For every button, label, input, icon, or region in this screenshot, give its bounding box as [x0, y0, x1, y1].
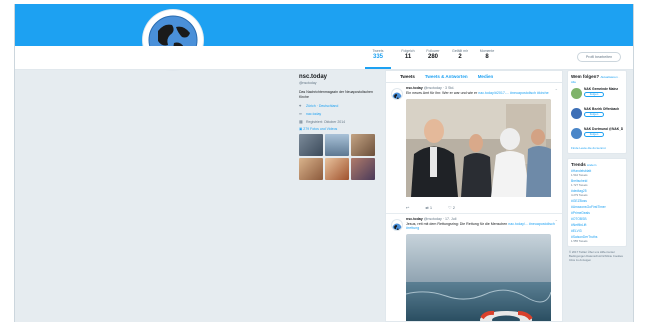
follow-button[interactable]: Folgen — [584, 112, 604, 117]
tweet-meta: @nsctoday · 17. Juli — [423, 216, 457, 221]
tweet-author[interactable]: nsc.today — [406, 86, 423, 90]
trend-item[interactable]: #OTOBSB — [571, 217, 623, 221]
tab-media[interactable]: Medien — [478, 74, 494, 82]
tweet-avatar[interactable] — [391, 218, 403, 231]
profile-joined: ▦ Registriert: Oktober 2014 — [299, 119, 346, 124]
profile-bio: Das Nachrichtenmagazin der Neuapostolisc… — [299, 90, 373, 99]
tweet-text: Ein neues Amt für ihn: Wer er war und wi… — [406, 91, 549, 95]
twitter-profile-page: Tweets 335 Folgeich 11 Follower 280 Gefä… — [14, 4, 634, 322]
account-avatar[interactable] — [571, 88, 582, 99]
edit-profile-button[interactable]: Profil bearbeiten — [577, 52, 621, 62]
account-avatar[interactable] — [571, 128, 582, 139]
profile-website: ∞ nac.today — [299, 111, 322, 116]
find-people-link[interactable]: Finde Leute die du kennst — [571, 146, 623, 150]
location-icon: ⌖ — [299, 103, 302, 108]
follow-button[interactable]: Folgen — [584, 132, 604, 137]
media-thumbnail[interactable] — [325, 134, 349, 156]
tab-tweets-replies[interactable]: Tweets & Antworten — [425, 74, 468, 82]
follow-button[interactable]: Folgen — [584, 92, 604, 97]
media-grid — [299, 134, 377, 180]
media-thumbnail[interactable] — [325, 158, 349, 180]
media-thumbnail[interactable] — [351, 134, 375, 156]
profile-handle: @nsctoday — [299, 81, 317, 85]
trend-item[interactable]: #Handelsblatt 1.542 Tweets — [571, 169, 623, 177]
tweet-author[interactable]: nsc.today — [406, 217, 423, 221]
profile-name[interactable]: nsc.today — [299, 74, 377, 80]
tweet-avatar[interactable] — [391, 88, 403, 100]
trend-item[interactable]: #NetflixLift — [571, 223, 623, 227]
globe-logo-icon — [392, 92, 402, 99]
tweet-menu-icon[interactable]: ⌄ — [555, 86, 558, 91]
stat-followers[interactable]: Follower 280 — [420, 49, 446, 60]
tweet-text: Jesus, rett mit dem Rettungsring: Die Re… — [406, 221, 555, 231]
who-to-follow-card: Wem folgen? Aktualisieren · Alle NAK Gem… — [567, 70, 627, 154]
suggested-account[interactable]: NAK Gemeinde Mainz Folgen — [571, 87, 623, 104]
trend-list: #Handelsblatt 1.542 Tweets Breitscheid 1.72… — [571, 169, 623, 243]
media-thumbnail[interactable] — [351, 158, 375, 180]
trend-item[interactable]: #PrimeDeals — [571, 211, 623, 215]
account-avatar[interactable] — [571, 108, 582, 119]
trend-item[interactable]: #dedtag25 4.279 Tweets — [571, 189, 623, 197]
tab-tweets[interactable]: Tweets — [400, 74, 415, 82]
photo-life-ring-sea — [406, 233, 551, 321]
tweet-actions: ↩ ⇄ 1 ♡ 2 — [406, 205, 558, 210]
trend-item[interactable]: Breitscheid 1.727 Tweets — [571, 179, 623, 187]
timeline: Tweets Tweets & Antworten Medien ⌄ nsc.t… — [385, 70, 563, 322]
tweet[interactable]: ⌄ nsc.today @nsctoday · 17. Juli Jesus, … — [386, 214, 562, 321]
tweet-meta: @nsctoday · 3 Std. — [423, 86, 455, 90]
media-thumbnail[interactable] — [299, 158, 323, 180]
trend-item[interactable]: #GEZBoss — [571, 199, 623, 203]
timeline-tabs: Tweets Tweets & Antworten Medien — [386, 71, 562, 83]
calendar-icon: ▦ — [299, 119, 303, 124]
profile-location: ⌖ Zürich · Deutschland — [299, 103, 339, 108]
profile-header-banner — [15, 4, 633, 46]
globe-logo-icon — [392, 223, 402, 230]
stat-likes[interactable]: Gefällt mir 2 — [447, 49, 473, 60]
tweet-photo[interactable] — [406, 98, 551, 202]
media-link[interactable]: ▣ 279 Fotos und Videos — [299, 127, 377, 131]
retweet-icon[interactable]: ⇄ 1 — [425, 205, 432, 210]
trend-item[interactable]: #AmazonsGoFirstTimer — [571, 205, 623, 209]
trends-card: Trends ändern #Handelsblatt 1.542 Tweets B… — [567, 158, 627, 247]
sidebar: Wem folgen? Aktualisieren · Alle NAK Gem… — [567, 70, 627, 262]
profile-nav: Tweets 335 Folgeich 11 Follower 280 Gefä… — [15, 46, 633, 70]
footer-links[interactable]: © 2017 Twitter Über uns Hilfe-Center Bed… — [567, 250, 627, 262]
tweet-photo[interactable] — [406, 233, 551, 321]
suggested-account[interactable]: NAK Bezirk Offenbach Folgen — [571, 107, 623, 124]
reply-icon[interactable]: ↩ — [406, 205, 409, 210]
like-icon[interactable]: ♡ 2 — [448, 205, 455, 210]
media-thumbnail[interactable] — [299, 134, 323, 156]
trend-item[interactable]: #ELVI3 — [571, 229, 623, 233]
tweet-menu-icon[interactable]: ⌄ — [555, 217, 558, 222]
stat-moments[interactable]: Momente 8 — [474, 49, 500, 60]
trend-item[interactable]: #SaisonDerTruths 1.555 Tweets — [571, 235, 623, 243]
photo-people-greeting — [406, 98, 551, 197]
stat-following[interactable]: Folgeich 11 — [395, 49, 421, 60]
profile-card: nsc.today @nsctoday Das Nachrichtenmagaz… — [299, 74, 377, 180]
stat-tweets[interactable]: Tweets 335 — [365, 49, 391, 69]
tweet[interactable]: ⌄ nsc.today @nsctoday · 3 Std. Ein neues… — [386, 83, 562, 214]
suggested-account[interactable]: NAK Dortmund @NAK_Dortm Folgen — [571, 127, 623, 144]
link-icon: ∞ — [299, 111, 302, 116]
